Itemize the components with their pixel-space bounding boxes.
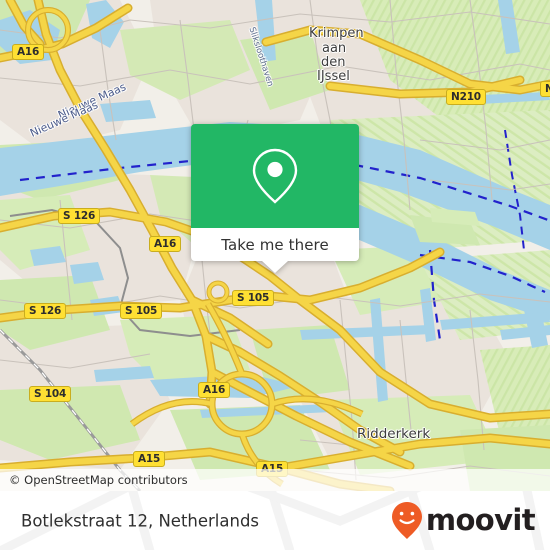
address-text: Botlekstraat 12, Netherlands xyxy=(21,511,260,530)
map-pin-icon xyxy=(252,148,298,204)
road-shield-s126[interactable]: S 126 xyxy=(58,208,101,224)
road-shield-s105[interactable]: S 105 xyxy=(120,303,163,319)
road-shield-s126[interactable]: S 126 xyxy=(24,303,67,319)
map-attribution: © OpenStreetMap contributors xyxy=(0,469,550,491)
footer-bar: Botlekstraat 12, Netherlands moovit xyxy=(0,491,550,550)
moovit-logo[interactable]: moovit xyxy=(390,501,536,541)
take-me-there-callout[interactable]: Take me there xyxy=(191,124,359,273)
map-attribution-text: © OpenStreetMap contributors xyxy=(9,473,188,487)
road-shield-s104[interactable]: S 104 xyxy=(29,386,72,402)
road-shield-n[interactable]: N xyxy=(540,81,550,97)
road-shield-a16[interactable]: A16 xyxy=(149,236,182,252)
callout-button[interactable]: Take me there xyxy=(191,228,359,273)
callout-icon-area xyxy=(191,124,359,228)
map-screenshot: Nieuwe Maas Nieuwe Maas Sliksloothaven K… xyxy=(0,0,550,550)
callout-pointer xyxy=(262,261,288,273)
road-shield-s105[interactable]: S 105 xyxy=(232,290,275,306)
road-shield-n210[interactable]: N210 xyxy=(446,89,486,105)
moovit-wordmark: moovit xyxy=(425,503,536,537)
road-shield-a16[interactable]: A16 xyxy=(198,382,231,398)
road-shield-a15[interactable]: A15 xyxy=(133,451,166,467)
moovit-smiley-pin-icon xyxy=(391,501,422,539)
road-shield-a16[interactable]: A16 xyxy=(12,44,45,60)
callout-button-label: Take me there xyxy=(221,235,329,254)
